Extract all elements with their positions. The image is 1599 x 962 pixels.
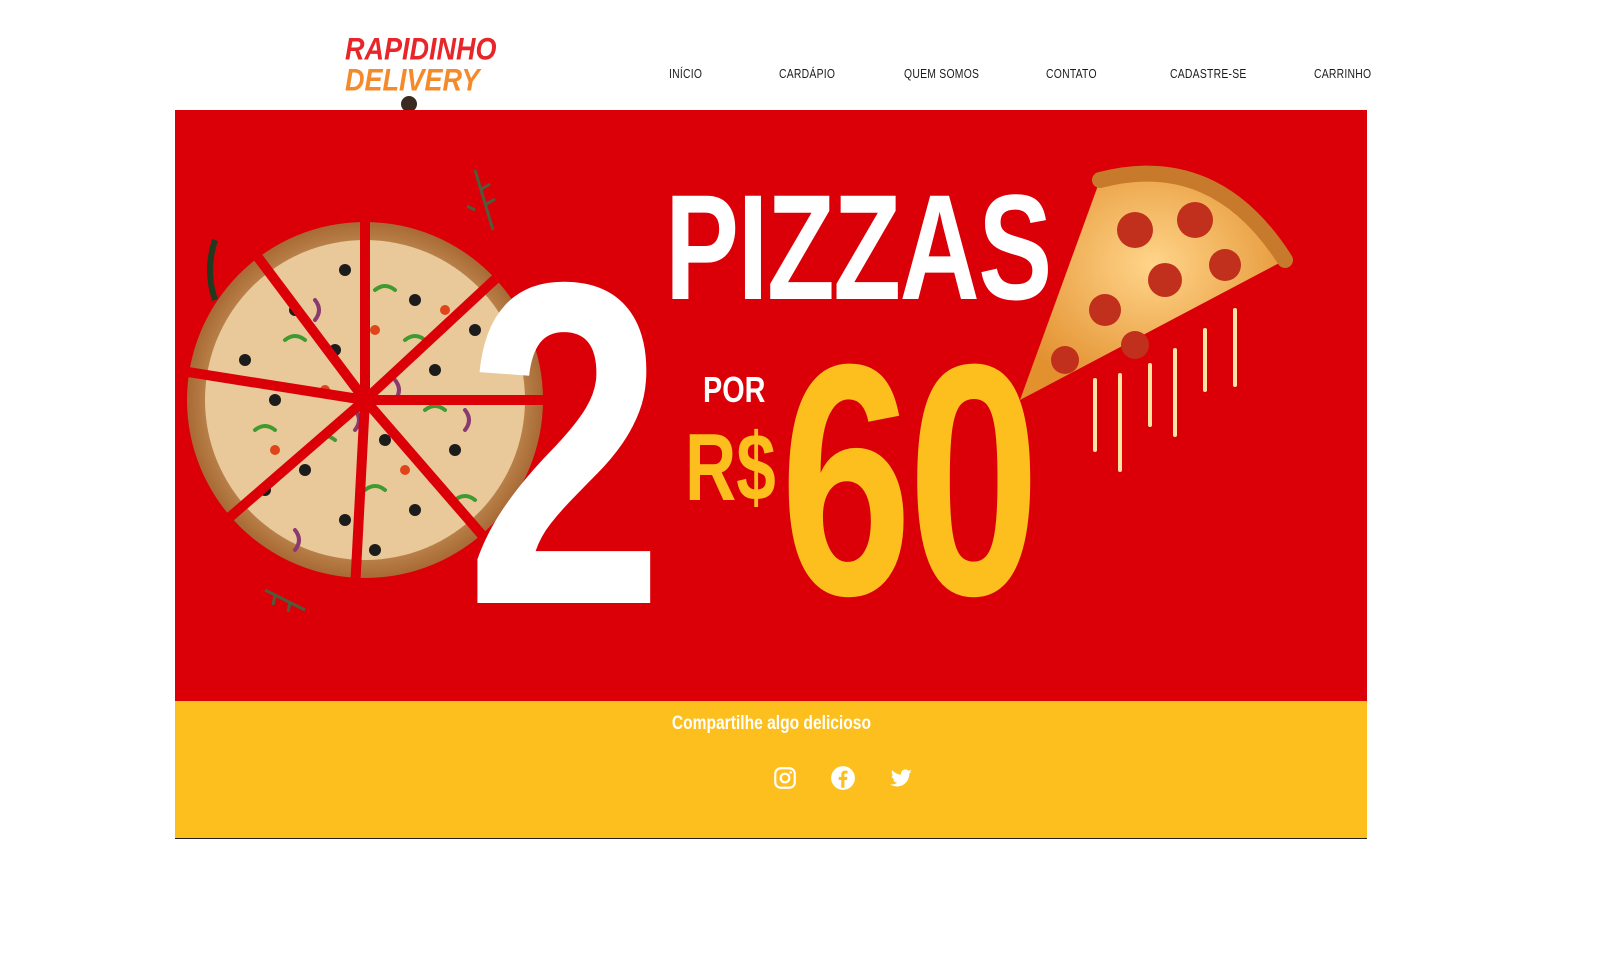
share-tagline-text: Compartilhe algo delicioso bbox=[671, 713, 871, 734]
twitter-icon[interactable] bbox=[888, 765, 914, 791]
nav-item-carrinho[interactable]: CARRINHO bbox=[1314, 66, 1371, 81]
nav-item-inicio[interactable]: INÍCIO bbox=[669, 66, 702, 81]
brand-name-line2: DELIVERY bbox=[345, 62, 480, 98]
nav-item-cardapio[interactable]: CARDÁPIO bbox=[779, 66, 835, 81]
promo-currency: R$ bbox=[685, 414, 776, 521]
instagram-icon[interactable] bbox=[772, 765, 798, 791]
pepperoni-slice-image bbox=[1020, 165, 1293, 472]
nav-item-quem-somos[interactable]: QUEM SOMOS bbox=[904, 66, 979, 81]
promo-connector: POR bbox=[703, 369, 766, 410]
nav-item-contato[interactable]: CONTATO bbox=[1046, 66, 1097, 81]
promo-quantity: 2 bbox=[465, 188, 665, 701]
share-footer: Compartilhe algo delicioso bbox=[175, 701, 1367, 839]
nav-item-cadastre-se[interactable]: CADASTRE-SE bbox=[1170, 66, 1247, 81]
brand-name-line1: RAPIDINHO bbox=[345, 31, 497, 67]
share-tagline: Compartilhe algo delicioso bbox=[175, 713, 1367, 735]
promo-banner[interactable]: 2 PIZZAS POR R$ 60 bbox=[175, 110, 1367, 701]
page: RAPIDINHO DELIVERY INÍCIO CARDÁPIO QUEM … bbox=[0, 0, 1599, 962]
facebook-icon[interactable] bbox=[830, 765, 856, 791]
promo-price: 60 bbox=[780, 295, 1040, 664]
